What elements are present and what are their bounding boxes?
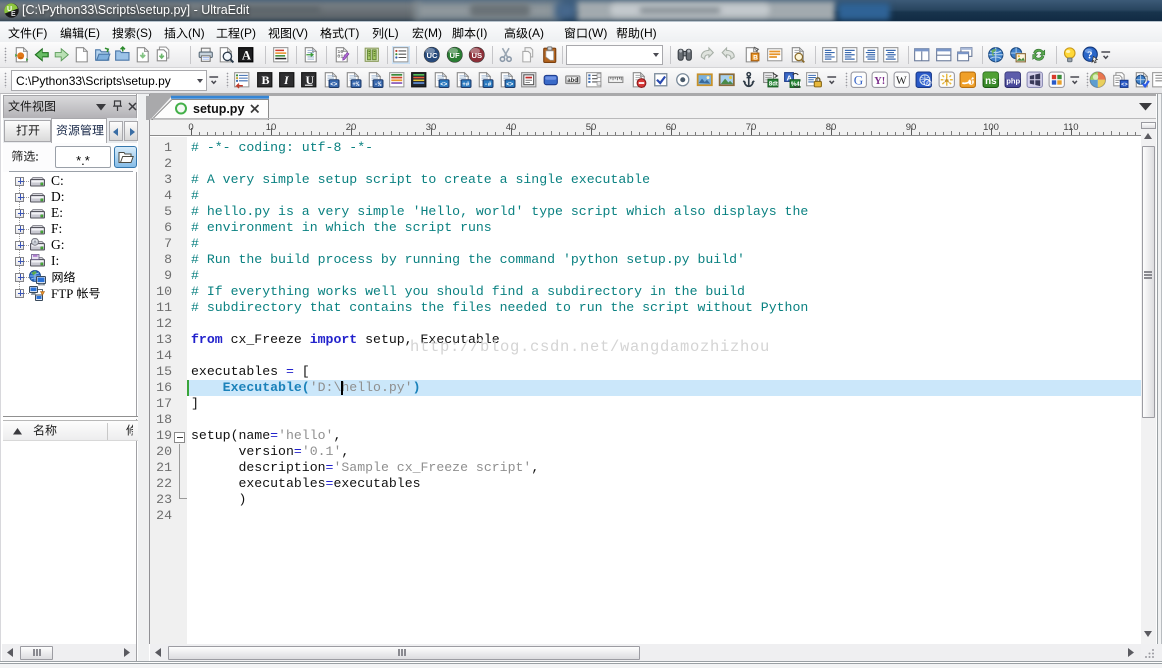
svg-text:<>: <> xyxy=(506,81,514,88)
svg-text:8dt: 8dt xyxy=(769,82,778,88)
svg-text:<>: <> xyxy=(440,81,448,88)
svg-text:T: T xyxy=(970,80,974,86)
svg-text:setup.py: setup.py xyxy=(193,102,244,116)
svg-text:UC: UC xyxy=(427,51,439,60)
svg-text:-#: -# xyxy=(484,81,492,88)
svg-text:Y!: Y! xyxy=(875,76,886,87)
svg-text:W: W xyxy=(896,75,907,87)
svg-text:ns: ns xyxy=(985,76,997,87)
svg-text:US: US xyxy=(472,51,483,60)
svg-text:A: A xyxy=(242,49,251,63)
svg-text:@: @ xyxy=(926,81,932,87)
svg-text:+%: +% xyxy=(352,81,360,88)
svg-text:abc: abc xyxy=(568,78,579,84)
svg-text:php: php xyxy=(1006,77,1020,86)
svg-text:E: E xyxy=(11,11,16,18)
svg-text:B: B xyxy=(753,55,758,62)
svg-text:G: G xyxy=(854,73,864,88)
svg-text:B: B xyxy=(262,73,270,87)
svg-text:?: ? xyxy=(1087,50,1092,62)
svg-text:+#: +# xyxy=(462,81,470,88)
svg-text:<>: <> xyxy=(1121,81,1128,88)
svg-text:UF: UF xyxy=(450,51,461,60)
svg-text:-%: -% xyxy=(374,81,382,88)
svg-text:<>: <> xyxy=(330,81,338,88)
